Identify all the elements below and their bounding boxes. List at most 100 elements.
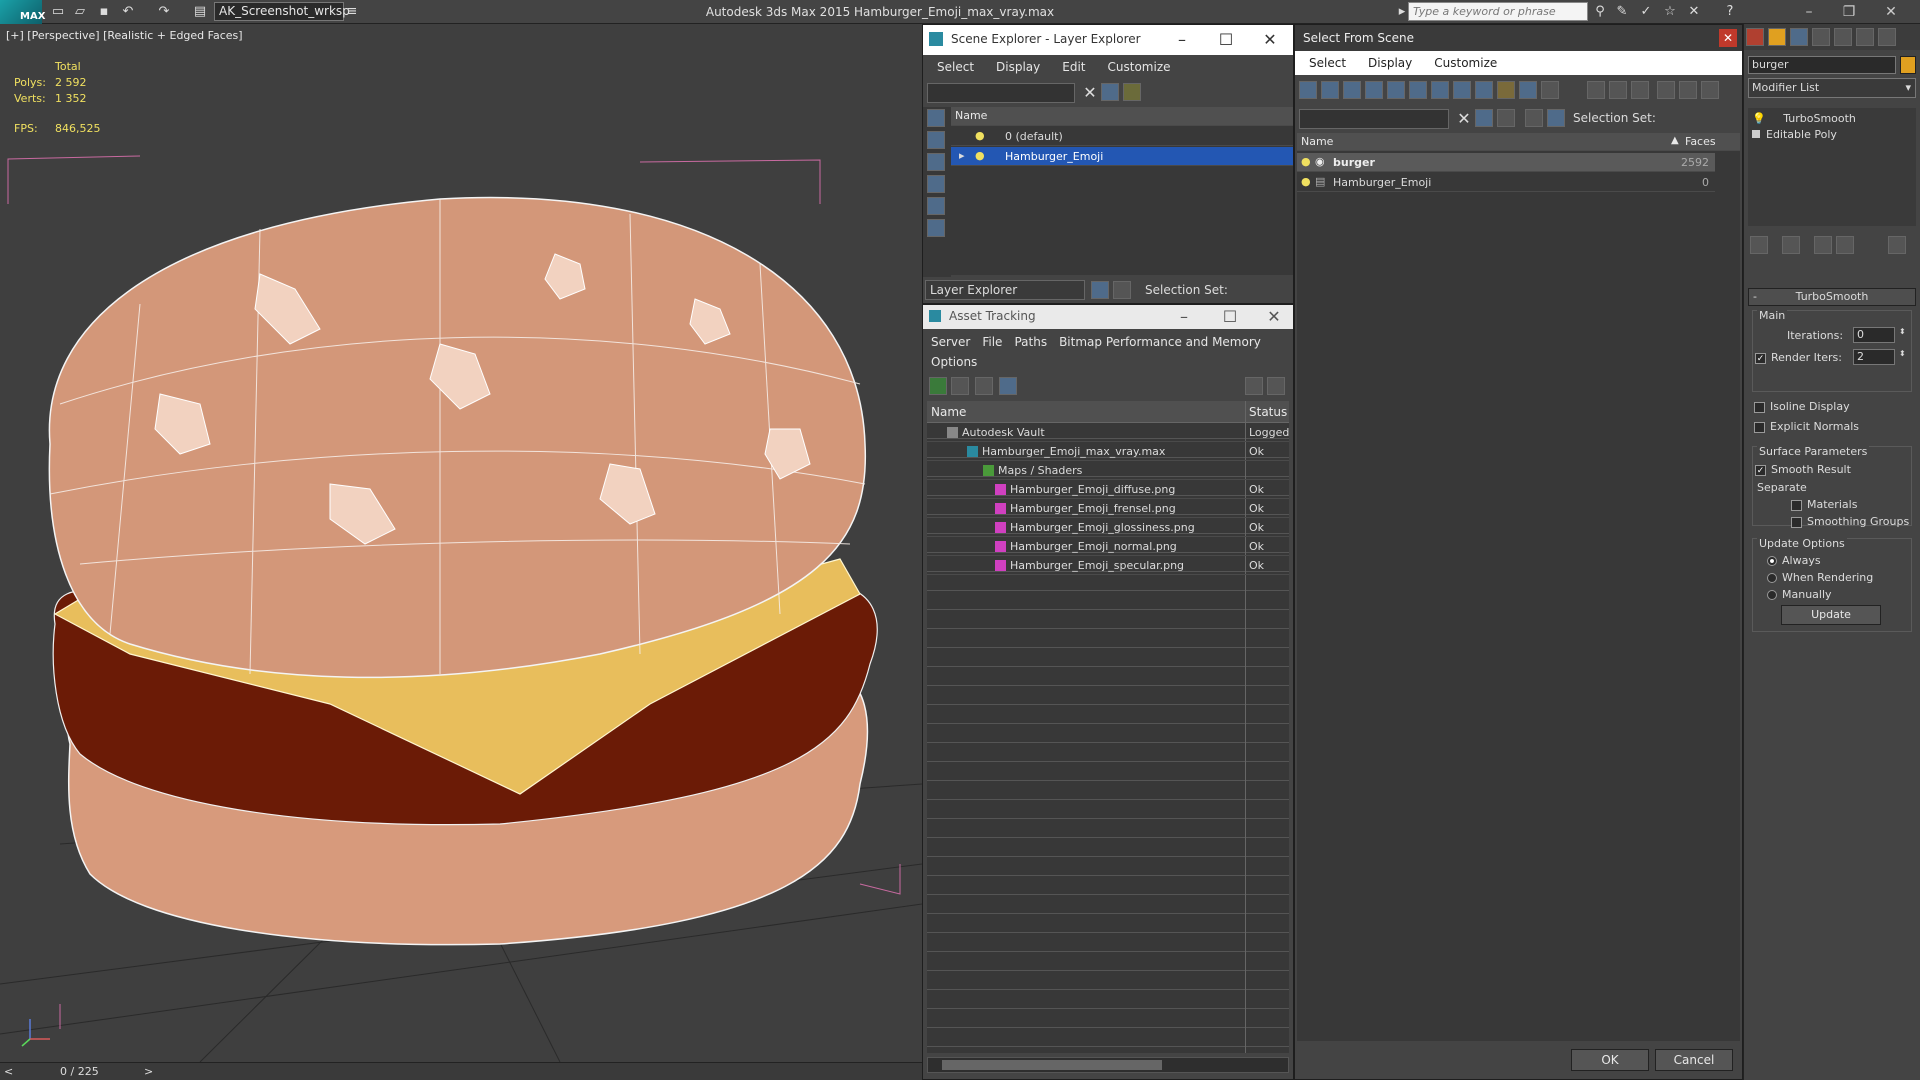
asset-row[interactable]: Hamburger_Emoji_diffuse.png Ok xyxy=(927,480,1289,499)
iterations-spinner[interactable]: 0 xyxy=(1853,327,1895,343)
filter-helpers-icon[interactable] xyxy=(1387,81,1405,99)
remove-modifier-icon[interactable] xyxy=(1836,236,1854,254)
stack-item-editable-poly[interactable]: Editable Poly xyxy=(1752,128,1912,144)
select-invert-icon[interactable] xyxy=(1631,81,1649,99)
col-name[interactable]: Name xyxy=(1301,135,1333,148)
layer-toggle-icon[interactable] xyxy=(1525,109,1543,127)
hierarchy-icon[interactable] xyxy=(1113,281,1131,299)
refresh-icon[interactable] xyxy=(929,377,947,395)
hierarchy-icon[interactable] xyxy=(1547,109,1565,127)
filter-cameras-icon[interactable] xyxy=(1365,81,1383,99)
sort-asc-icon[interactable]: ▲ xyxy=(1671,135,1679,146)
project-folder-icon[interactable]: ▤ xyxy=(192,4,208,20)
help-icon[interactable] xyxy=(1245,377,1263,395)
app-logo[interactable]: MAX xyxy=(0,0,45,24)
pin-stack-icon[interactable] xyxy=(1750,236,1768,254)
new-file-icon[interactable]: ▭ xyxy=(50,4,66,20)
sfs-search-input[interactable] xyxy=(1299,109,1449,129)
close-tab-icon[interactable] xyxy=(1746,28,1764,46)
maximize-icon[interactable]: ☐ xyxy=(1219,307,1241,327)
lightbulb-icon[interactable]: ● xyxy=(975,129,985,142)
minimize-icon[interactable]: – xyxy=(1171,30,1193,50)
menu-paths[interactable]: Paths xyxy=(1014,335,1047,349)
clear-search-icon[interactable]: ✕ xyxy=(1079,83,1101,103)
select-none-icon[interactable] xyxy=(1609,81,1627,99)
make-unique-icon[interactable] xyxy=(1814,236,1832,254)
minimize-icon[interactable]: – xyxy=(1800,3,1818,21)
lightbulb-icon[interactable]: ● xyxy=(1301,155,1311,168)
smoothing-groups-checkbox[interactable]: Smoothing Groups xyxy=(1791,515,1909,528)
object-row-selected[interactable]: ● ◉ burger 2592 xyxy=(1297,153,1715,172)
perspective-viewport[interactable]: [+] [Perspective] [Realistic + Edged Fac… xyxy=(0,24,922,1062)
next-frame-icon[interactable]: > xyxy=(144,1065,153,1078)
isoline-display-checkbox[interactable]: Isoline Display xyxy=(1754,400,1850,413)
filter-icon[interactable] xyxy=(1101,83,1119,101)
layers-filter-icon[interactable] xyxy=(1123,83,1141,101)
lightbulb-icon[interactable]: ● xyxy=(975,149,985,162)
undo-icon[interactable]: ↶ xyxy=(120,4,136,20)
utilities-tab-icon[interactable] xyxy=(1878,28,1896,46)
always-radio[interactable]: Always xyxy=(1767,554,1821,567)
menu-server[interactable]: Server xyxy=(931,335,970,349)
hierarchy-filter-icon[interactable] xyxy=(1679,81,1697,99)
horizontal-scrollbar[interactable] xyxy=(927,1057,1289,1073)
asset-row[interactable]: Hamburger_Emoji_max_vray.max Ok xyxy=(927,442,1289,461)
menu-display[interactable]: Display xyxy=(996,60,1040,74)
time-slider[interactable]: < 0 / 225 > xyxy=(0,1062,922,1080)
stack-item-turbosmooth[interactable]: 💡 TurboSmooth xyxy=(1752,112,1912,128)
when-rendering-radio[interactable]: When Rendering xyxy=(1767,571,1873,584)
filter-lights-icon[interactable] xyxy=(1343,81,1361,99)
spinner-arrows-icon[interactable]: ⬍ xyxy=(1899,327,1906,336)
render-iters-checkbox[interactable]: ✓ Render Iters: xyxy=(1755,351,1842,364)
thumbnail-icon[interactable] xyxy=(975,377,993,395)
ok-button[interactable]: OK xyxy=(1571,1049,1649,1071)
filter-xrefs-icon[interactable] xyxy=(1453,81,1471,99)
display-shapes-icon[interactable] xyxy=(927,131,945,149)
settings-icon[interactable] xyxy=(1267,377,1285,395)
update-button[interactable]: Update xyxy=(1781,605,1881,625)
display-tab-icon[interactable] xyxy=(1856,28,1874,46)
maximize-icon[interactable]: ☐ xyxy=(1215,30,1237,50)
object-name-input[interactable]: burger xyxy=(1748,56,1896,74)
filter-bones-icon[interactable] xyxy=(1475,81,1493,99)
layer-explorer-icon[interactable] xyxy=(1091,281,1109,299)
filter-hidden-icon[interactable] xyxy=(1541,81,1559,99)
collapse-icon[interactable] xyxy=(1701,81,1719,99)
smooth-result-checkbox[interactable]: ✓ Smooth Result xyxy=(1755,463,1851,476)
workspace-dropdown[interactable]: AK_Screenshot_wrksp xyxy=(214,2,350,21)
object-color-swatch[interactable] xyxy=(1900,56,1916,74)
select-all-icon[interactable] xyxy=(1587,81,1605,99)
minimize-icon[interactable]: – xyxy=(1173,307,1195,327)
restore-icon[interactable]: ❐ xyxy=(1840,3,1858,21)
display-helpers-icon[interactable] xyxy=(927,197,945,215)
filter-containers-icon[interactable] xyxy=(1497,81,1515,99)
lightbulb-icon[interactable]: 💡 xyxy=(1752,112,1766,125)
tools-icon[interactable]: ✎ xyxy=(1614,4,1630,20)
spinner-arrows-icon[interactable]: ⬍ xyxy=(1899,349,1906,358)
workspace-menu-icon[interactable]: ≡ xyxy=(344,4,360,20)
binoculars-icon[interactable]: ⚲ xyxy=(1592,4,1608,20)
redo-icon[interactable]: ↷ xyxy=(156,4,172,20)
expand-icon[interactable]: ▸ xyxy=(959,149,965,162)
asset-row[interactable]: Maps / Shaders xyxy=(927,461,1289,480)
scene-explorer-search[interactable] xyxy=(927,83,1075,103)
menu-options[interactable]: Options xyxy=(931,355,977,375)
subscription-icon[interactable]: ✓ xyxy=(1638,4,1654,20)
close-icon[interactable]: ✕ xyxy=(1719,29,1737,47)
filter-groups-icon[interactable] xyxy=(1431,81,1449,99)
menu-edit[interactable]: Edit xyxy=(1062,60,1085,74)
close-icon[interactable]: ✕ xyxy=(1882,3,1900,21)
open-file-icon[interactable]: ▱ xyxy=(72,4,88,20)
modifier-list-dropdown[interactable]: Modifier List ▾ xyxy=(1748,78,1916,98)
col-name[interactable]: Name xyxy=(931,405,966,419)
col-faces[interactable]: Faces xyxy=(1685,135,1716,148)
table-icon[interactable] xyxy=(999,377,1017,395)
help-icon[interactable]: ? xyxy=(1722,4,1738,20)
menu-customize[interactable]: Customize xyxy=(1108,60,1171,74)
create-tab-icon[interactable] xyxy=(1768,28,1786,46)
filter-shapes-icon[interactable] xyxy=(1321,81,1339,99)
display-cameras-icon[interactable] xyxy=(927,175,945,193)
manually-radio[interactable]: Manually xyxy=(1767,588,1832,601)
layer-row[interactable]: ● 0 (default) xyxy=(951,127,1293,146)
show-end-result-icon[interactable] xyxy=(1782,236,1800,254)
